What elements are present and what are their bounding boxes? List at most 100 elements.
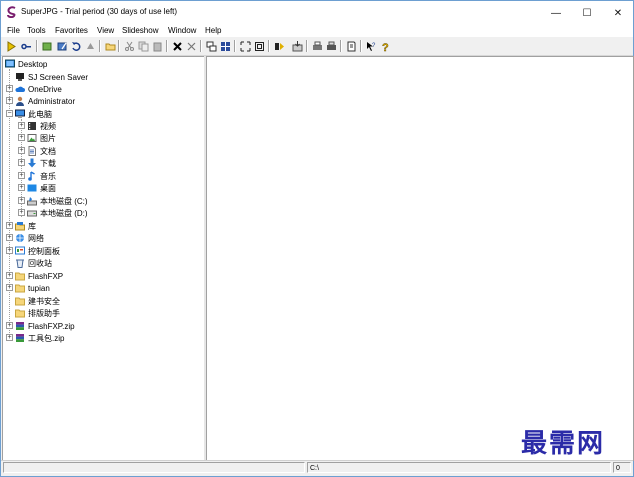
network-icon [16,234,24,242]
tree-label: 视频 [40,121,56,131]
edit-icon[interactable] [55,39,69,53]
refresh-icon[interactable] [40,39,54,53]
folder-tree[interactable]: Desktop SJ Screen Saver + OneDrive + Adm… [2,56,205,461]
tree-item-pictures[interactable]: 图片 [27,132,56,144]
thumbnail-viewer[interactable] [206,56,634,461]
delete-icon[interactable] [170,39,184,53]
tree-item-drive-d[interactable]: 本地磁盘 (D:) [27,207,88,219]
tree-item-flashfxp[interactable]: FlashFXP [15,270,63,282]
tree-expander[interactable]: + [6,334,13,341]
tree-expander[interactable]: + [6,247,13,254]
save-icon[interactable] [344,39,358,53]
tree-item-onedrive[interactable]: OneDrive [15,83,62,95]
tree-item-administrator[interactable]: Administrator [15,95,75,107]
tree-label: SJ Screen Saver [28,72,89,82]
menu-favorites[interactable]: Favorites [53,25,90,37]
menu-window[interactable]: Window [166,25,198,37]
library-icon [15,222,25,231]
tree-expander[interactable]: + [18,147,25,154]
download-icon [28,158,36,168]
tree-item-network[interactable]: 网络 [15,232,44,244]
title-bar[interactable]: SuperJPG - Trial period (30 days of use … [1,1,633,25]
fit-icon[interactable] [238,39,252,53]
tree-expander[interactable]: + [18,122,25,129]
key-icon[interactable] [19,39,33,53]
tree-label: 本地磁盘 (C:) [40,196,88,206]
tree-item-toolkit-zip[interactable]: 工具包.zip [15,332,64,344]
close-icon[interactable] [184,39,198,53]
status-path: C:\ [307,462,611,473]
cut-icon[interactable] [122,39,136,53]
document-icon [28,146,36,156]
tree-label: 回收站 [28,258,52,268]
thumbnails-icon[interactable] [204,39,218,53]
rotate-icon[interactable] [69,39,83,53]
folder-icon [15,272,25,281]
tree-item-music[interactable]: 音乐 [27,170,56,182]
tree-expander[interactable]: + [6,85,13,92]
tree-expander[interactable]: + [18,184,25,191]
tree-item-desktop-folder[interactable]: 桌面 [27,182,56,194]
grid-icon[interactable] [218,39,232,53]
menu-slideshow[interactable]: Slideshow [120,25,160,37]
tree-expander[interactable]: + [18,172,25,179]
tree-item-sj-screen-saver[interactable]: SJ Screen Saver [15,71,88,83]
tree-item-flashfxp-zip[interactable]: FlashFXP.zip [15,320,75,332]
tree-expander[interactable]: + [6,97,13,104]
tree-item-drive-c[interactable]: 本地磁盘 (C:) [27,195,88,207]
tree-expander[interactable]: + [6,284,13,291]
tree-item-tupian[interactable]: tupian [15,282,50,294]
tree-expander[interactable]: + [6,322,13,329]
tree-expander[interactable]: + [6,234,13,241]
tree-label: 音乐 [40,171,56,181]
recycle-icon[interactable] [83,39,97,53]
paste-icon[interactable] [150,39,164,53]
fullscreen-icon[interactable] [252,39,266,53]
tree-expander[interactable]: + [18,159,25,166]
tree-label: 桌面 [40,183,56,193]
menu-help[interactable]: Help [203,25,223,37]
status-bar: C:\ 0 [1,460,633,475]
tree-expander[interactable]: + [18,209,25,216]
tree-expander[interactable]: + [18,197,25,204]
folder-icon [15,309,25,318]
print-preview-icon[interactable] [324,39,338,53]
print-icon[interactable] [310,39,324,53]
slideshow-icon[interactable] [272,39,286,53]
tree-item-downloads[interactable]: 下载 [27,157,56,169]
whatsthis-icon[interactable]: ? [364,39,378,53]
maximize-button[interactable]: ☐ [572,1,602,25]
minimize-button[interactable]: — [541,1,571,25]
copy-icon[interactable] [136,39,150,53]
menu-view[interactable]: View [95,25,116,37]
toolbar-separator [118,40,120,52]
tree-item-libraries[interactable]: 库 [15,220,36,232]
tree-item-this-pc[interactable]: 此电脑 [15,108,52,120]
close-button[interactable]: ✕ [603,1,633,25]
toolbar-separator [306,40,308,52]
menu-tools[interactable]: Tools [25,25,48,37]
tree-expander[interactable]: − [6,110,13,117]
tree-item-recycle-bin[interactable]: 回收站 [15,257,52,269]
folder-icon [15,297,25,306]
tree-item-videos[interactable]: 视频 [27,120,56,132]
tree-expander[interactable]: + [6,222,13,229]
tree-item-documents[interactable]: 文档 [27,145,56,157]
export-icon[interactable] [290,39,304,53]
archive-icon [16,334,24,342]
folder-icon [15,284,25,293]
tree-item-jianshu-anquan[interactable]: 建书安全 [15,295,60,307]
open-icon[interactable] [4,39,18,53]
toolbar-separator [200,40,202,52]
tree-item-desktop[interactable]: Desktop [5,58,47,70]
tree-label: 文档 [40,146,56,156]
menu-file[interactable]: File [5,25,22,37]
user-icon [16,96,24,106]
tree-item-control-panel[interactable]: 控制面板 [15,245,60,257]
tree-item-paiban-zhushou[interactable]: 排版助手 [15,307,60,319]
toolbar-separator [234,40,236,52]
tree-expander[interactable]: + [18,134,25,141]
folder-icon[interactable] [103,39,117,53]
tree-expander[interactable]: + [6,272,13,279]
help-icon[interactable]: ? [378,39,392,53]
